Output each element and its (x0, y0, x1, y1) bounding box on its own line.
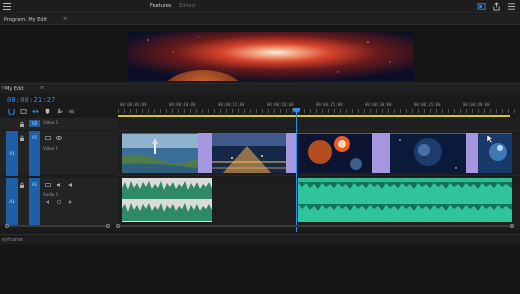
eye-icon[interactable] (56, 135, 62, 141)
marker-icon[interactable] (44, 108, 51, 115)
timeline-tracks: V2 Video 2 V1 V1 Video 1 A1 A1 Audio 1 (0, 118, 520, 230)
mute-icon[interactable] (56, 182, 62, 188)
linked-selection-icon[interactable] (32, 108, 39, 115)
nest-icon[interactable] (20, 108, 27, 115)
video-transition[interactable] (466, 133, 478, 173)
program-monitor-title: Program: My Edit (4, 17, 47, 23)
scrollbar-handle-right[interactable] (106, 224, 110, 228)
program-monitor-header: Program: My Edit ≡ (0, 14, 520, 25)
keyframe-next-icon[interactable] (67, 199, 73, 205)
video-transition[interactable] (372, 133, 390, 173)
keyframe-prev-icon[interactable] (45, 199, 51, 205)
zoom-handle-left[interactable] (116, 224, 120, 228)
timeline-tools (8, 108, 75, 115)
track-target-v2[interactable]: V2 (29, 120, 40, 127)
audio-clip[interactable] (298, 178, 512, 222)
audio-clip[interactable] (122, 178, 212, 222)
video-transition[interactable] (286, 133, 296, 173)
tab-edited[interactable]: Edited (179, 3, 195, 9)
track-header-v1: V1 V1 Video 1 (0, 131, 118, 176)
time-ruler[interactable]: 00:00:05:00 00:00:10:00 00:00:15:00 00:0… (118, 100, 520, 116)
program-monitor-preview (128, 32, 413, 81)
video-transition[interactable] (198, 133, 212, 173)
export-icon[interactable] (492, 2, 501, 11)
ruler-label: 00:00:15:00 (218, 102, 245, 107)
timeline-horizontal-scrollbar[interactable] (118, 225, 513, 227)
bottom-panel-header: eyframe (0, 234, 520, 244)
toggle-sync-lock-icon[interactable] (45, 182, 51, 188)
share-icon[interactable] (477, 2, 486, 11)
keyframe-add-icon[interactable] (56, 199, 62, 205)
workspace-tabs: Features Edited (150, 3, 201, 9)
solo-icon[interactable] (67, 182, 73, 188)
source-patch-v1[interactable]: V1 (6, 131, 18, 176)
timeline-menu[interactable]: ≡ (40, 85, 44, 91)
ruler-label: 00:00:20:00 (267, 102, 294, 107)
snap-icon[interactable] (8, 108, 15, 115)
timeline-title[interactable]: My Edit (5, 86, 24, 92)
bottom-panel (0, 244, 520, 294)
toggle-sync-lock-icon[interactable] (45, 135, 51, 141)
captions-icon[interactable] (68, 108, 75, 115)
video-clip[interactable] (212, 133, 286, 173)
zoom-handle-right[interactable] (510, 224, 514, 228)
source-patch-a1[interactable]: A1 (6, 178, 18, 226)
track-lane-v2[interactable] (118, 118, 520, 131)
app-top-bar: Features Edited (0, 0, 520, 13)
track-header-a1: A1 A1 Audio 1 (0, 178, 118, 226)
ruler-label: 00:00:30:00 (365, 102, 392, 107)
ruler-ticks (118, 109, 520, 113)
track-lane-v1[interactable] (118, 131, 520, 176)
timeline-timecode[interactable]: 00:00:21:27 (7, 96, 56, 104)
ruler-label: 00:00:35:00 (414, 102, 441, 107)
program-monitor-menu[interactable]: ≡ (63, 16, 67, 22)
track-lane-a1[interactable] (118, 178, 520, 226)
track-header-v2: V2 Video 2 (0, 118, 118, 131)
video-clip[interactable] (390, 133, 466, 173)
video-clip[interactable] (122, 133, 198, 173)
hamburger-menu-icon[interactable] (3, 3, 11, 10)
lock-icon[interactable] (19, 135, 25, 141)
program-monitor (0, 25, 520, 81)
menu-icon[interactable] (507, 2, 516, 11)
ruler-label: 00:00:40:00 (463, 102, 490, 107)
track-target-v1[interactable]: V1 (29, 131, 40, 176)
tab-features[interactable]: Features (150, 3, 172, 9)
lock-icon[interactable] (19, 121, 25, 127)
track-name-a1: Audio 1 (43, 192, 59, 197)
track-name-v1: Video 1 (43, 146, 59, 151)
lock-icon[interactable] (19, 182, 25, 188)
video-clip[interactable] (296, 133, 372, 173)
cursor-pointer-icon (486, 134, 494, 143)
track-name-v2: Video 2 (43, 120, 59, 125)
timeline-header: × My Edit ≡ (0, 83, 520, 93)
bottom-panel-label[interactable]: eyframe (2, 237, 23, 243)
playhead-line[interactable] (296, 108, 297, 232)
ruler-label: 00:00:25:00 (316, 102, 343, 107)
track-target-a1[interactable]: A1 (29, 178, 40, 226)
ruler-label: 00:00:05:00 (120, 102, 147, 107)
header-scrollbar[interactable] (8, 225, 108, 227)
video-clip[interactable] (478, 133, 512, 173)
ruler-label: 00:00:10:00 (169, 102, 196, 107)
scrollbar-handle-left[interactable] (5, 224, 9, 228)
wrench-icon[interactable] (56, 108, 63, 115)
work-area-bar[interactable] (118, 115, 510, 117)
